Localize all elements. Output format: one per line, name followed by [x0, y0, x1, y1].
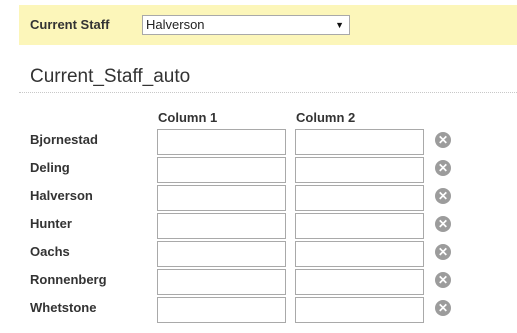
current-staff-label: Current Staff [30, 17, 110, 32]
remove-circle-icon[interactable]: ✕ [435, 216, 451, 232]
oachs-column-1-input[interactable] [157, 241, 286, 267]
column-1-header: Column 1 [158, 110, 218, 125]
remove-circle-icon[interactable]: ✕ [435, 160, 451, 176]
ronnenberg-column-1-input[interactable] [157, 269, 286, 295]
hunter-column-2-input[interactable] [295, 213, 424, 239]
current-staff-bar: Current Staff Halverson ▼ [19, 5, 517, 45]
remove-circle-icon[interactable]: ✕ [435, 188, 451, 204]
halverson-column-2-input[interactable] [295, 185, 424, 211]
bjornestad-column-1-input[interactable] [157, 129, 286, 155]
whetstone-column-1-input[interactable] [157, 297, 286, 323]
section-title: Current_Staff_auto [30, 66, 191, 87]
row-label-bjornestad: Bjornestad [30, 132, 98, 147]
current-staff-selected-value: Halverson [146, 17, 205, 32]
remove-circle-icon[interactable]: ✕ [435, 300, 451, 316]
oachs-column-2-input[interactable] [295, 241, 424, 267]
hunter-column-1-input[interactable] [157, 213, 286, 239]
row-label-oachs: Oachs [30, 244, 70, 259]
remove-circle-icon[interactable]: ✕ [435, 132, 451, 148]
row-label-deling: Deling [30, 160, 70, 175]
dropdown-arrow-icon: ▼ [335, 20, 344, 30]
bjornestad-column-2-input[interactable] [295, 129, 424, 155]
row-label-halverson: Halverson [30, 188, 93, 203]
remove-circle-icon[interactable]: ✕ [435, 244, 451, 260]
current-staff-select[interactable]: Halverson ▼ [142, 15, 350, 35]
row-label-hunter: Hunter [30, 216, 72, 231]
remove-circle-icon[interactable]: ✕ [435, 272, 451, 288]
row-label-whetstone: Whetstone [30, 300, 97, 315]
deling-column-1-input[interactable] [157, 157, 286, 183]
section-divider [19, 92, 517, 93]
column-2-header: Column 2 [296, 110, 356, 125]
deling-column-2-input[interactable] [295, 157, 424, 183]
ronnenberg-column-2-input[interactable] [295, 269, 424, 295]
row-label-ronnenberg: Ronnenberg [30, 272, 107, 287]
halverson-column-1-input[interactable] [157, 185, 286, 211]
whetstone-column-2-input[interactable] [295, 297, 424, 323]
